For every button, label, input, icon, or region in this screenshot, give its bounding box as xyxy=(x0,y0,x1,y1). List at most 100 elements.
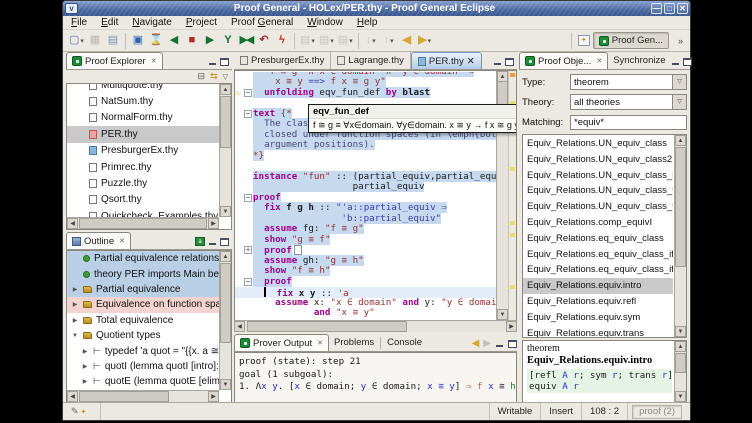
outline-item[interactable]: Partial equivalence relations xyxy=(67,251,219,266)
outline-item[interactable]: ▶Total equivalence xyxy=(67,313,219,328)
outline-item[interactable]: ▶⊢quotE (lemma quotE [elim]: xyxy=(67,374,219,389)
scroll-thumb[interactable] xyxy=(220,96,231,148)
file-item-per-thy[interactable]: PER.thy xyxy=(67,126,219,142)
scroll-thumb[interactable] xyxy=(79,218,207,229)
collapsed-region-box[interactable] xyxy=(294,245,302,255)
annotation-mark[interactable] xyxy=(510,233,515,237)
scroll-up-icon[interactable]: ▲ xyxy=(220,84,231,95)
fold-toggle-icon[interactable]: − xyxy=(244,89,252,97)
outline-item[interactable]: theory PER imports Main begin xyxy=(67,266,219,281)
theorem-list-item[interactable]: Equiv_Relations.UN_equiv_class xyxy=(523,136,673,152)
menu-help[interactable]: Help xyxy=(357,17,378,28)
prover-output-content[interactable]: proof (state): step 21goal (1 subgoal):1… xyxy=(234,352,517,403)
maximize-view-icon[interactable] xyxy=(220,58,229,66)
collapse-all-icon[interactable]: ⊟ xyxy=(198,71,206,82)
scroll-thumb[interactable] xyxy=(79,391,169,402)
theorem-list-item[interactable]: Equiv_Relations.eq_equiv_class_iff xyxy=(523,247,673,263)
scroll-up-icon[interactable]: ▲ xyxy=(675,135,686,146)
prev-annotation-icon[interactable]: ↑▾ xyxy=(380,32,398,50)
new-wizard-icon[interactable]: ▢▾ xyxy=(67,32,86,50)
minimize-view-icon[interactable] xyxy=(493,58,502,66)
theorem-list-item[interactable]: Equiv_Relations.eq_equiv_class_iff2 xyxy=(523,262,673,278)
toolbar-overflow-chevron[interactable]: » xyxy=(678,36,683,46)
menu-navigate[interactable]: Navigate xyxy=(132,17,171,28)
file-item-puzzle-thy[interactable]: Puzzle.thy xyxy=(67,175,219,191)
fold-toggle-icon[interactable]: − xyxy=(244,110,252,118)
theorem-list-item[interactable]: Equiv_Relations.comp_equivI xyxy=(523,215,673,231)
editor-hscrollbar[interactable]: ◀ ▶ xyxy=(234,320,517,332)
stop-icon[interactable]: ■ xyxy=(183,32,201,50)
minimize-view-icon[interactable] xyxy=(671,58,680,66)
next-annotation-icon[interactable]: ↓▾ xyxy=(362,32,380,50)
close-icon[interactable]: ✕ xyxy=(151,57,157,65)
type-combo[interactable]: theorem ▽ xyxy=(570,74,687,90)
tab-console[interactable]: Console xyxy=(382,334,427,351)
tree-toggle-icon[interactable]: ▼ xyxy=(71,333,79,339)
file-item-primrec-thy[interactable]: Primrec.thy xyxy=(67,159,219,175)
print-icon[interactable]: ▤ xyxy=(104,32,122,50)
theorem-list-item[interactable]: Equiv_Relations.UN_equiv_class_type xyxy=(523,183,673,199)
close-button[interactable]: ✕ xyxy=(677,3,688,14)
save-icon[interactable]: ▦ xyxy=(86,32,104,50)
tab-prover-output[interactable]: Prover Output ✕ xyxy=(234,334,329,351)
theorem-list-vscrollbar[interactable]: ▲ ▼ xyxy=(674,135,686,337)
tab-proof-explorer[interactable]: Proof Explorer ✕ xyxy=(66,52,163,69)
code-line[interactable]: *} xyxy=(235,151,496,162)
theorem-list-item[interactable]: Equiv_Relations.UN_equiv_class_type2 xyxy=(523,199,673,215)
scroll-up-icon[interactable]: ▲ xyxy=(497,71,508,82)
file-item-quickcheck_examples-thy[interactable]: Quickcheck_Examples.thy xyxy=(67,208,219,217)
restart-prover-icon[interactable]: ⌛ xyxy=(147,32,165,50)
undo-all-icon[interactable]: ↶ xyxy=(255,32,273,50)
theorem-list-item[interactable]: Equiv_Relations.UN_equiv_class2 xyxy=(523,152,673,168)
code-line[interactable]: show "g ≅ f" xyxy=(235,235,496,246)
minimize-button[interactable]: — xyxy=(651,3,662,14)
fold-toggle-icon[interactable]: − xyxy=(244,194,252,202)
editor-tab-presburgerex-thy[interactable]: PresburgerEx.thy xyxy=(234,52,331,69)
scroll-right-icon[interactable]: ▶ xyxy=(506,321,517,332)
code-line[interactable]: and "x ≅ y" xyxy=(235,308,496,319)
scroll-left-icon[interactable]: ◀ xyxy=(234,321,245,332)
editor-tab-per-thy[interactable]: PER.thy✕ xyxy=(411,52,482,69)
proof-explorer-vscrollbar[interactable]: ▲ ▼ xyxy=(219,84,231,217)
maximize-view-icon[interactable] xyxy=(508,340,517,348)
file-item-normalform-thy[interactable]: NormalForm.thy xyxy=(67,110,219,126)
scroll-down-icon[interactable]: ▼ xyxy=(675,326,686,337)
next-step-icon[interactable]: ▶ xyxy=(201,32,219,50)
file-item-natsum-thy[interactable]: NatSum.thy xyxy=(67,93,219,109)
file-item-presburgerex-thy[interactable]: PresburgerEx.thy xyxy=(67,143,219,159)
maximize-button[interactable]: □ xyxy=(664,3,675,14)
goto-icon[interactable]: Y xyxy=(219,32,237,50)
theorem-list-item[interactable]: Equiv_Relations.equiv.refl xyxy=(523,294,673,310)
fold-toggle-icon[interactable]: − xyxy=(244,278,252,286)
menu-file[interactable]: File xyxy=(71,17,87,28)
outline-item[interactable]: ▶Partial equivalence xyxy=(67,282,219,297)
scroll-left-icon[interactable]: ◀ xyxy=(67,218,78,229)
tree-toggle-icon[interactable]: ▶ xyxy=(81,348,89,355)
view-menu-icon[interactable]: ▽ xyxy=(223,73,228,81)
scroll-left-icon[interactable]: ◀ xyxy=(67,391,78,402)
theorem-list-item[interactable]: Equiv_Relations.equiv.sym xyxy=(523,310,673,326)
outline-item[interactable]: ▶⊢typedef 'a quot = "{{x. a ≅ xyxy=(67,343,219,358)
tree-toggle-icon[interactable]: ▶ xyxy=(81,363,89,370)
tab-outline[interactable]: Outline ✕ xyxy=(66,232,131,249)
prev-edit-icon[interactable]: ▤▾ xyxy=(317,32,336,50)
close-icon[interactable]: ✕ xyxy=(467,56,475,67)
tree-toggle-icon[interactable]: ▶ xyxy=(71,286,79,293)
theory-combo[interactable]: all theories ▽ xyxy=(570,94,687,110)
minimize-view-icon[interactable] xyxy=(495,340,504,348)
maximize-view-icon[interactable] xyxy=(220,238,229,246)
code-line[interactable]: ⚠− unfolding eqv_fun_def by blast xyxy=(235,88,496,99)
code-line[interactable]: f ≅ g" ∧ x ∈ domain" ∧ "y ∈ domain" ⇒ xyxy=(235,72,496,77)
prev-output-icon[interactable]: ◀ xyxy=(472,338,480,349)
window-menu-button[interactable]: v xyxy=(65,3,78,14)
tree-toggle-icon[interactable]: ▶ xyxy=(71,301,79,308)
annotation-mark[interactable] xyxy=(510,221,515,225)
chevron-down-icon[interactable]: ▽ xyxy=(672,95,686,109)
annotation-mark[interactable] xyxy=(510,285,515,289)
scroll-down-icon[interactable]: ▼ xyxy=(220,379,231,390)
next-edit-icon[interactable]: ▤▾ xyxy=(298,32,317,50)
editor-tab-lagrange-thy[interactable]: Lagrange.thy xyxy=(331,52,410,69)
outline-hscrollbar[interactable]: ◀ ▶ xyxy=(67,390,219,402)
outline-item[interactable]: ▶Equivalence on function spaces xyxy=(67,297,219,312)
theorem-list-item[interactable]: Equiv_Relations.equiv.intro xyxy=(523,278,673,294)
